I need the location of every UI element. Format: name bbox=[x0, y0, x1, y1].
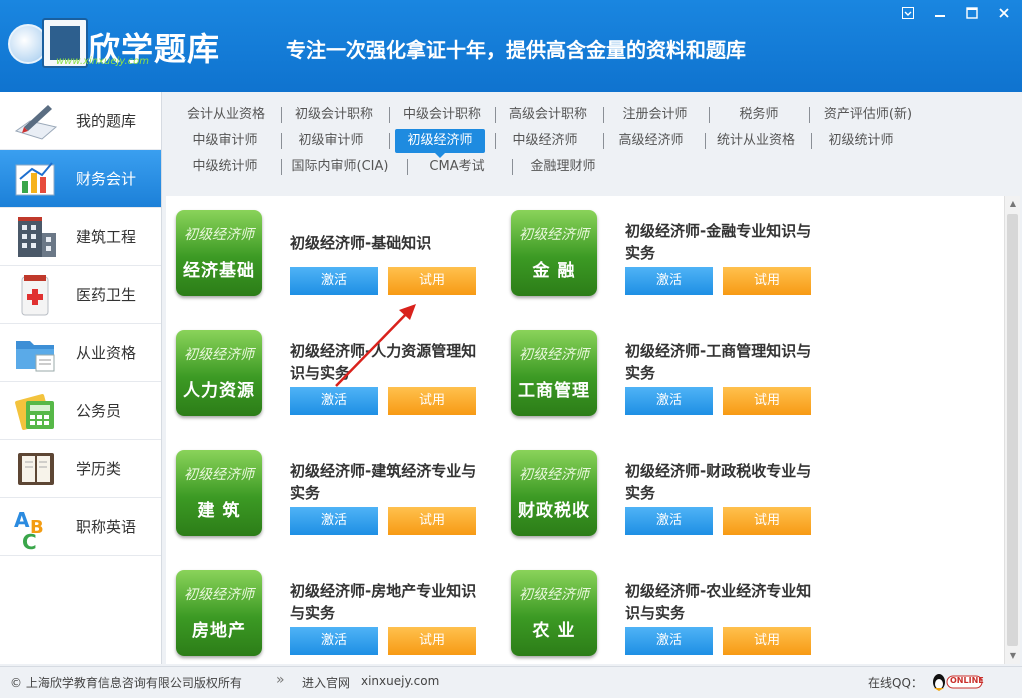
tab-statistics-qualification[interactable]: 统计从业资格 bbox=[712, 129, 800, 153]
building-icon bbox=[12, 213, 60, 261]
scroll-down-icon[interactable]: ▼ bbox=[1005, 648, 1021, 664]
copyright-text: © 上海欣学教育信息咨询有限公司版权所有 bbox=[10, 676, 242, 690]
book-icon bbox=[12, 445, 60, 493]
close-icon bbox=[999, 8, 1009, 18]
tab-asset-appraiser[interactable]: 资产评估师(新) bbox=[816, 103, 920, 127]
sidebar-item-my-bank[interactable]: 我的题库 bbox=[0, 92, 161, 150]
sidebar-item-label: 建筑工程 bbox=[76, 228, 137, 246]
category-tabs: 会计从业资格 初级会计职称 中级会计职称 高级会计职称 注册会计师 税务师 资产… bbox=[162, 92, 1022, 194]
sidebar-item-label: 公务员 bbox=[76, 402, 122, 420]
official-site-link[interactable]: 进入官网 bbox=[302, 674, 350, 691]
sidebar-item-civil-servant[interactable]: 公务员 bbox=[0, 382, 161, 440]
menu-button[interactable] bbox=[898, 4, 918, 22]
tab-senior-economist[interactable]: 高级经济师 bbox=[612, 129, 690, 153]
course-list: 初级经济师 经济基础 初级经济师-基础知识 激活 试用 初级经济师金 融 初级经济… bbox=[166, 196, 1004, 664]
tab-accounting-qualification[interactable]: 会计从业资格 bbox=[180, 103, 272, 127]
medicine-icon bbox=[12, 271, 60, 319]
annotation-arrow bbox=[335, 304, 416, 387]
tab-financial-planner[interactable]: 金融理财师 bbox=[524, 155, 602, 179]
tab-cpa[interactable]: 注册会计师 bbox=[610, 103, 700, 127]
online-badge-text: ONLINE bbox=[950, 676, 984, 685]
maximize-button[interactable] bbox=[962, 4, 982, 22]
sidebar-item-finance[interactable]: 财务会计 bbox=[0, 150, 161, 208]
sidebar-item-label: 医药卫生 bbox=[76, 286, 137, 304]
tab-junior-economist[interactable]: 初级经济师 bbox=[395, 129, 485, 158]
close-button[interactable] bbox=[994, 4, 1014, 22]
title-bar: 欣学题库 www.xinxuejy.com 专注一次强化拿证十年，提供高含金量的… bbox=[0, 0, 1022, 92]
tab-senior-accountant[interactable]: 高级会计职称 bbox=[502, 103, 594, 127]
sidebar-item-medical[interactable]: 医药卫生 bbox=[0, 266, 161, 324]
sidebar-item-qualification[interactable]: 从业资格 bbox=[0, 324, 161, 382]
pen-notebook-icon bbox=[12, 97, 60, 145]
tab-intermediate-auditor[interactable]: 中级审计师 bbox=[188, 129, 262, 153]
tab-junior-statistician[interactable]: 初级统计师 bbox=[822, 129, 900, 153]
tab-intermediate-statistician[interactable]: 中级统计师 bbox=[188, 155, 262, 179]
sidebar-item-label: 学历类 bbox=[76, 460, 122, 478]
tab-cma[interactable]: CMA考试 bbox=[418, 155, 496, 179]
online-qq-label: 在线QQ： bbox=[868, 676, 923, 690]
menu-icon bbox=[902, 7, 914, 19]
tab-intermediate-economist[interactable]: 中级经济师 bbox=[506, 129, 584, 153]
sidebar-item-label: 职称英语 bbox=[76, 518, 137, 536]
sidebar-item-construction[interactable]: 建筑工程 bbox=[0, 208, 161, 266]
double-chevron-icon: » bbox=[276, 672, 285, 688]
scroll-up-icon[interactable]: ▲ bbox=[1005, 196, 1021, 212]
tab-junior-auditor[interactable]: 初级审计师 bbox=[292, 129, 370, 153]
status-bar: © 上海欣学教育信息咨询有限公司版权所有 » 进入官网 xinxuejy.com… bbox=[0, 666, 1022, 698]
tab-junior-accountant[interactable]: 初级会计职称 bbox=[288, 103, 380, 127]
minimize-icon bbox=[935, 15, 945, 17]
svg-text:A: A bbox=[14, 508, 30, 532]
finance-chart-icon bbox=[12, 155, 60, 203]
sidebar-item-label: 我的题库 bbox=[76, 112, 137, 130]
svg-text:C: C bbox=[22, 530, 37, 551]
tab-intermediate-accountant[interactable]: 中级会计职称 bbox=[396, 103, 488, 127]
sidebar-item-label: 从业资格 bbox=[76, 344, 137, 362]
vertical-scrollbar[interactable]: ▲ ▼ bbox=[1004, 196, 1020, 664]
folder-icon bbox=[12, 329, 60, 377]
sidebar-item-english[interactable]: ABC 职称英语 bbox=[0, 498, 161, 556]
calculator-icon bbox=[12, 387, 60, 435]
abc-icon: ABC bbox=[12, 503, 60, 554]
qq-online-button[interactable]: ONLINE bbox=[930, 671, 984, 693]
tab-tax-advisor[interactable]: 税务师 bbox=[724, 103, 794, 127]
slogan: 专注一次强化拿证十年，提供高含金量的资料和题库 bbox=[286, 38, 746, 62]
sidebar-item-education[interactable]: 学历类 bbox=[0, 440, 161, 498]
maximize-icon bbox=[966, 7, 978, 19]
app-subtitle: www.xinxuejy.com bbox=[56, 56, 149, 67]
official-site-url[interactable]: xinxuejy.com bbox=[361, 674, 439, 688]
minimize-button[interactable] bbox=[930, 4, 950, 22]
scroll-thumb[interactable] bbox=[1007, 214, 1018, 646]
sidebar-item-label: 财务会计 bbox=[76, 170, 137, 188]
tab-cia[interactable]: 国际内审师(CIA) bbox=[288, 155, 392, 179]
sidebar: 我的题库 财务会计 建筑工程 医药卫生 从业资格 公务员 学历类 A B C 职… bbox=[0, 92, 162, 664]
